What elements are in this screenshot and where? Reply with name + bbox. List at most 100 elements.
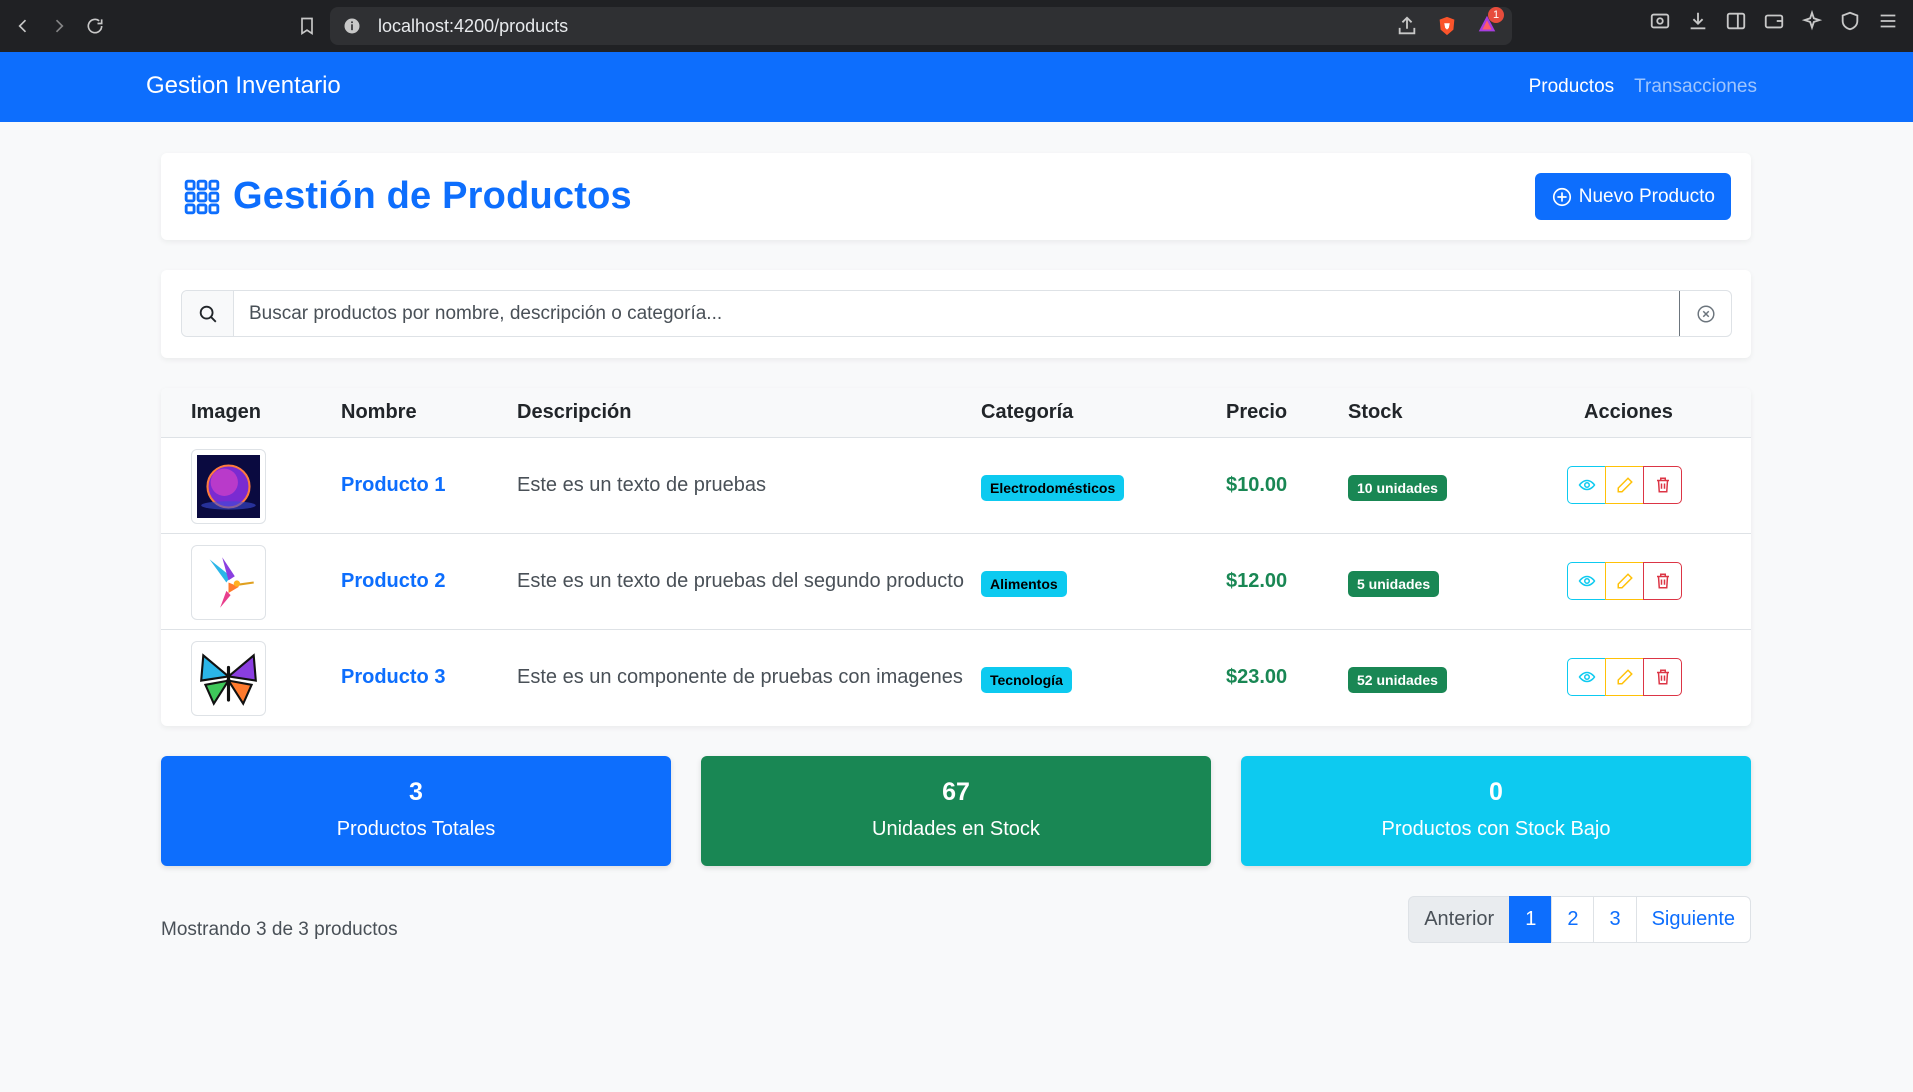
- search-card: [161, 270, 1751, 358]
- delete-button[interactable]: [1643, 658, 1682, 696]
- product-description: Este es un componente de pruebas con ima…: [517, 666, 963, 688]
- plus-circle-icon: [1552, 187, 1571, 206]
- eye-icon: [1578, 671, 1595, 683]
- address-bar[interactable]: localhost:4200/products 1: [330, 6, 1512, 45]
- app-navbar: Gestion Inventario Productos Transaccion…: [0, 52, 1913, 122]
- leo-ai-icon[interactable]: [1801, 10, 1823, 32]
- product-price: $10.00: [1226, 474, 1288, 496]
- brave-shield-icon[interactable]: [1436, 15, 1458, 37]
- product-description: Este es un texto de pruebas: [517, 474, 767, 496]
- pagination-next[interactable]: Siguiente: [1635, 896, 1751, 943]
- product-price: $23.00: [1226, 666, 1288, 688]
- close-circle-icon: [1696, 304, 1715, 323]
- product-description: Este es un texto de pruebas del segundo …: [517, 570, 964, 592]
- row-actions: [1567, 658, 1682, 696]
- url-text[interactable]: localhost:4200/products: [378, 16, 568, 37]
- menu-icon[interactable]: [1877, 10, 1899, 32]
- col-acciones: Acciones: [1584, 401, 1673, 423]
- trash-icon: [1656, 477, 1669, 493]
- trash-icon: [1656, 669, 1669, 685]
- rewards-icon[interactable]: 1: [1476, 6, 1504, 40]
- search-input[interactable]: [234, 291, 1679, 336]
- stat-label: Unidades en Stock: [872, 818, 1040, 840]
- table-row: Producto 1 Este es un texto de pruebas E…: [161, 438, 1751, 534]
- site-info-icon[interactable]: [342, 16, 362, 36]
- planet-image: [197, 455, 260, 518]
- reload-icon[interactable]: [80, 11, 110, 41]
- category-badge: Electrodomésticos: [981, 475, 1125, 501]
- sidebar-icon[interactable]: [1725, 10, 1747, 32]
- showing-count: Mostrando 3 de 3 productos: [161, 919, 398, 940]
- clear-search-button[interactable]: [1679, 291, 1731, 336]
- stat-card-units-in-stock: 67 Unidades en Stock: [701, 756, 1211, 866]
- table-row: Producto 2 Este es un texto de pruebas d…: [161, 534, 1751, 630]
- edit-button[interactable]: [1605, 562, 1644, 600]
- vpn-icon[interactable]: [1839, 10, 1861, 32]
- view-button[interactable]: [1567, 466, 1606, 504]
- forward-icon[interactable]: [44, 11, 74, 41]
- stat-label: Productos con Stock Bajo: [1381, 818, 1611, 840]
- col-imagen: Imagen: [191, 401, 262, 423]
- new-product-button[interactable]: Nuevo Producto: [1534, 173, 1731, 220]
- wallet-icon[interactable]: [1763, 10, 1785, 32]
- delete-button[interactable]: [1643, 562, 1682, 600]
- product-thumbnail[interactable]: [191, 449, 266, 524]
- hummingbird-image: [197, 551, 260, 614]
- pencil-icon: [1617, 573, 1633, 589]
- pagination-page-1[interactable]: 1: [1509, 896, 1553, 943]
- bookmark-icon[interactable]: [292, 11, 322, 41]
- product-thumbnail[interactable]: [191, 545, 266, 620]
- products-table: Imagen Nombre Descripción Categoría Prec…: [161, 388, 1751, 726]
- pencil-icon: [1617, 669, 1633, 685]
- search-addon: [182, 291, 234, 336]
- stat-value: 67: [942, 778, 970, 806]
- col-precio: Precio: [1226, 401, 1288, 423]
- trash-icon: [1656, 573, 1669, 589]
- page-header: Gestión de Productos Nuevo Producto: [161, 153, 1751, 240]
- page-title: Gestión de Productos: [233, 175, 632, 217]
- pagination-previous[interactable]: Anterior: [1408, 896, 1511, 943]
- nav-productos[interactable]: Productos: [1529, 76, 1615, 98]
- brand-title[interactable]: Gestion Inventario: [146, 72, 341, 100]
- download-icon[interactable]: [1687, 10, 1709, 32]
- share-icon[interactable]: [1396, 15, 1418, 37]
- table-header: Imagen Nombre Descripción Categoría Prec…: [161, 388, 1751, 438]
- edit-button[interactable]: [1605, 466, 1644, 504]
- product-name[interactable]: Producto 3: [341, 666, 445, 689]
- col-nombre: Nombre: [341, 401, 417, 423]
- stat-label: Productos Totales: [336, 818, 496, 840]
- product-thumbnail[interactable]: [191, 641, 266, 716]
- row-actions: [1567, 562, 1682, 600]
- product-name[interactable]: Producto 2: [341, 570, 445, 593]
- pagination-page-3[interactable]: 3: [1593, 896, 1637, 943]
- pagination: Anterior 1 2 3 Siguiente: [1408, 896, 1751, 943]
- pagination-page-2[interactable]: 2: [1551, 896, 1595, 943]
- category-badge: Alimentos: [981, 571, 1067, 597]
- eye-icon: [1578, 479, 1595, 491]
- grid-icon: [184, 179, 220, 214]
- col-categoria: Categoría: [981, 401, 1074, 423]
- product-price: $12.00: [1226, 570, 1288, 592]
- nav-transacciones[interactable]: Transacciones: [1634, 76, 1757, 98]
- view-button[interactable]: [1567, 658, 1606, 696]
- product-name[interactable]: Producto 1: [341, 474, 445, 497]
- reader-mode-icon[interactable]: [1649, 10, 1671, 32]
- table-row: Producto 3 Este es un componente de prue…: [161, 630, 1751, 726]
- stock-badge: 10 unidades: [1348, 475, 1447, 501]
- new-product-label: Nuevo Producto: [1578, 185, 1715, 207]
- browser-toolbar: localhost:4200/products 1: [0, 0, 1913, 52]
- back-icon[interactable]: [8, 11, 38, 41]
- stock-badge: 5 unidades: [1348, 571, 1440, 597]
- stats-row: 3 Productos Totales 67 Unidades en Stock…: [161, 756, 1751, 866]
- edit-button[interactable]: [1605, 658, 1644, 696]
- stat-value: 0: [1489, 778, 1503, 806]
- search-group: [181, 290, 1732, 337]
- notification-badge: 1: [1488, 6, 1504, 23]
- category-badge: Tecnología: [981, 667, 1072, 693]
- row-actions: [1567, 466, 1682, 504]
- col-stock: Stock: [1348, 401, 1403, 423]
- butterfly-image: [197, 647, 260, 710]
- stat-card-total-products: 3 Productos Totales: [161, 756, 671, 866]
- view-button[interactable]: [1567, 562, 1606, 600]
- delete-button[interactable]: [1643, 466, 1682, 504]
